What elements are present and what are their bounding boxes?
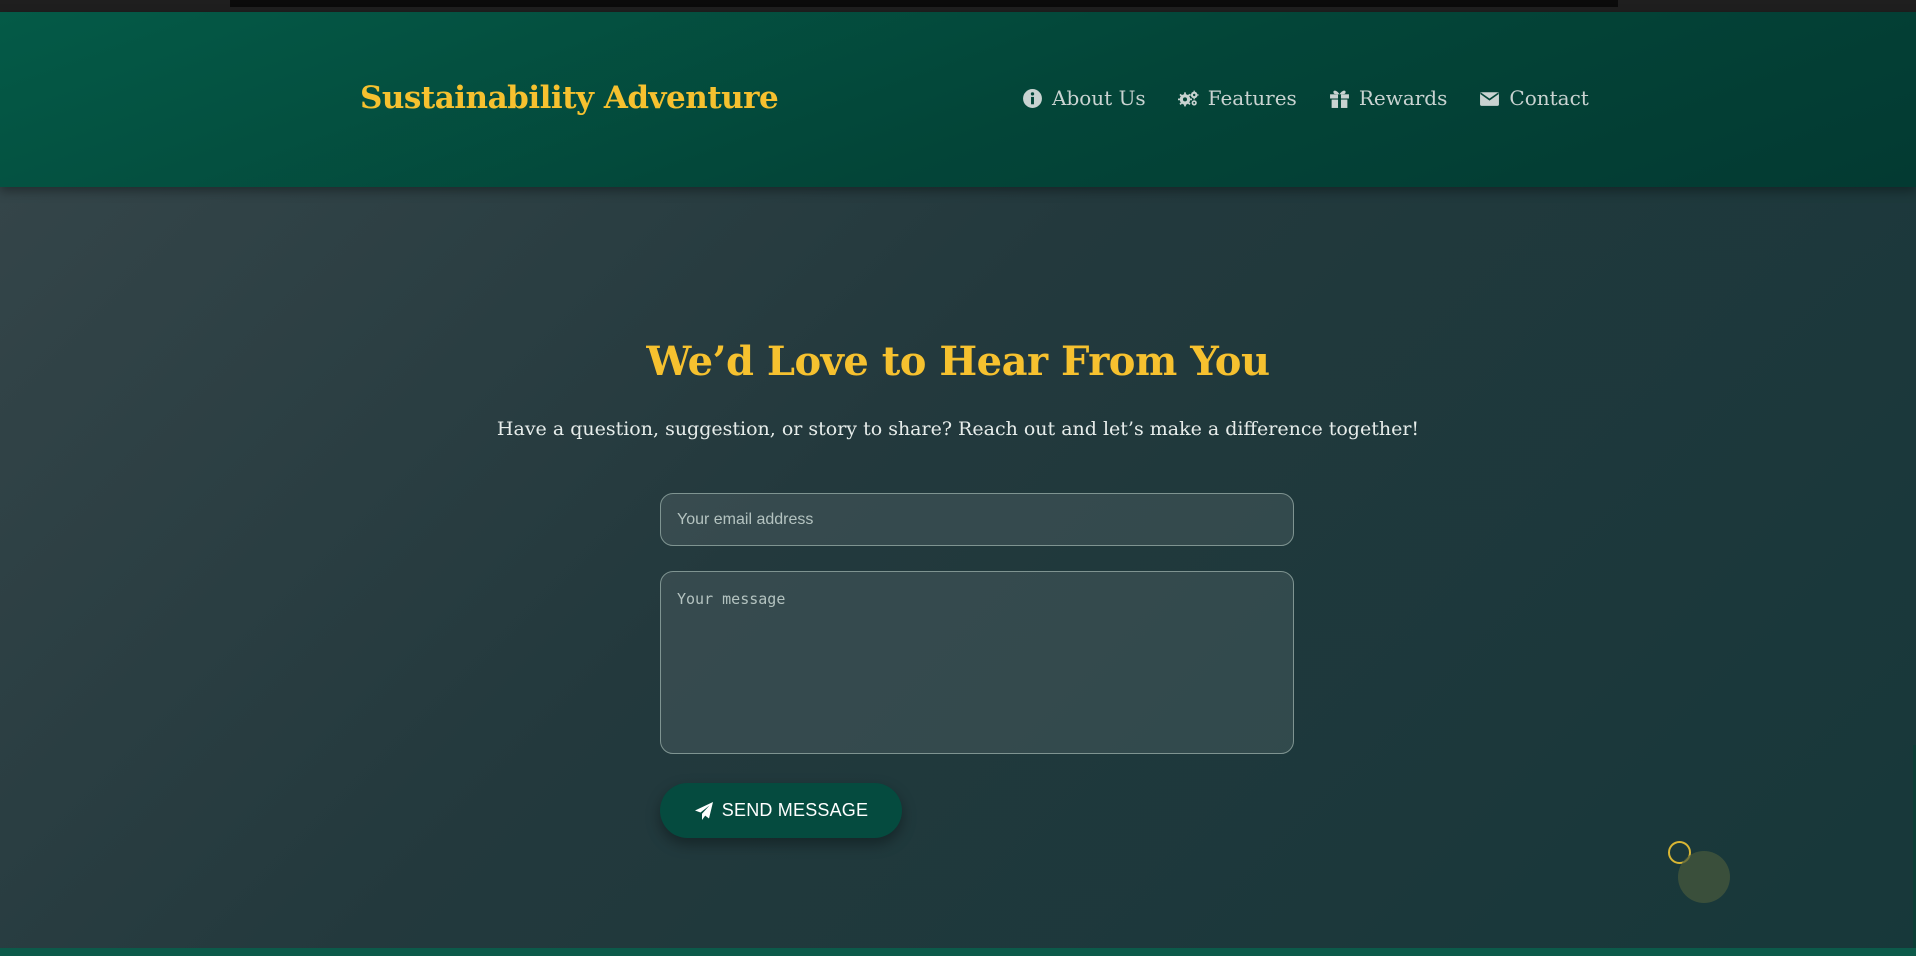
contact-title: We’d Love to Hear From You [646,338,1270,385]
contact-subtitle: Have a question, suggestion, or story to… [496,418,1420,440]
info-circle-icon [1023,88,1042,108]
email-field[interactable] [660,493,1294,546]
browser-top-strip-inner [230,0,1618,7]
main-nav: About Us Features Rewards Contact [1022,86,1589,110]
message-field[interactable] [660,571,1294,754]
nav-item-label: Contact [1509,86,1589,110]
brand-logo-text[interactable]: Sustainability Adventure [360,80,779,116]
nav-item-rewards[interactable]: Rewards [1329,86,1448,110]
gears-icon [1177,90,1199,106]
footer-edge [0,948,1916,956]
paper-plane-icon [694,801,713,820]
nav-item-features[interactable]: Features [1177,86,1297,110]
decorative-blob [1678,851,1730,903]
envelope-icon [1480,91,1500,106]
nav-item-about-us[interactable]: About Us [1022,86,1146,110]
nav-item-label: Features [1207,86,1297,110]
browser-top-strip [0,0,1916,12]
send-button-label: SEND MESSAGE [721,800,869,820]
nav-item-contact[interactable]: Contact [1479,86,1589,110]
gift-icon [1329,90,1349,108]
site-header: Sustainability Adventure About Us Featur… [0,12,1916,187]
nav-item-label: Rewards [1358,86,1448,110]
send-message-button[interactable]: SEND MESSAGE [660,783,902,838]
nav-item-label: About Us [1052,86,1146,110]
